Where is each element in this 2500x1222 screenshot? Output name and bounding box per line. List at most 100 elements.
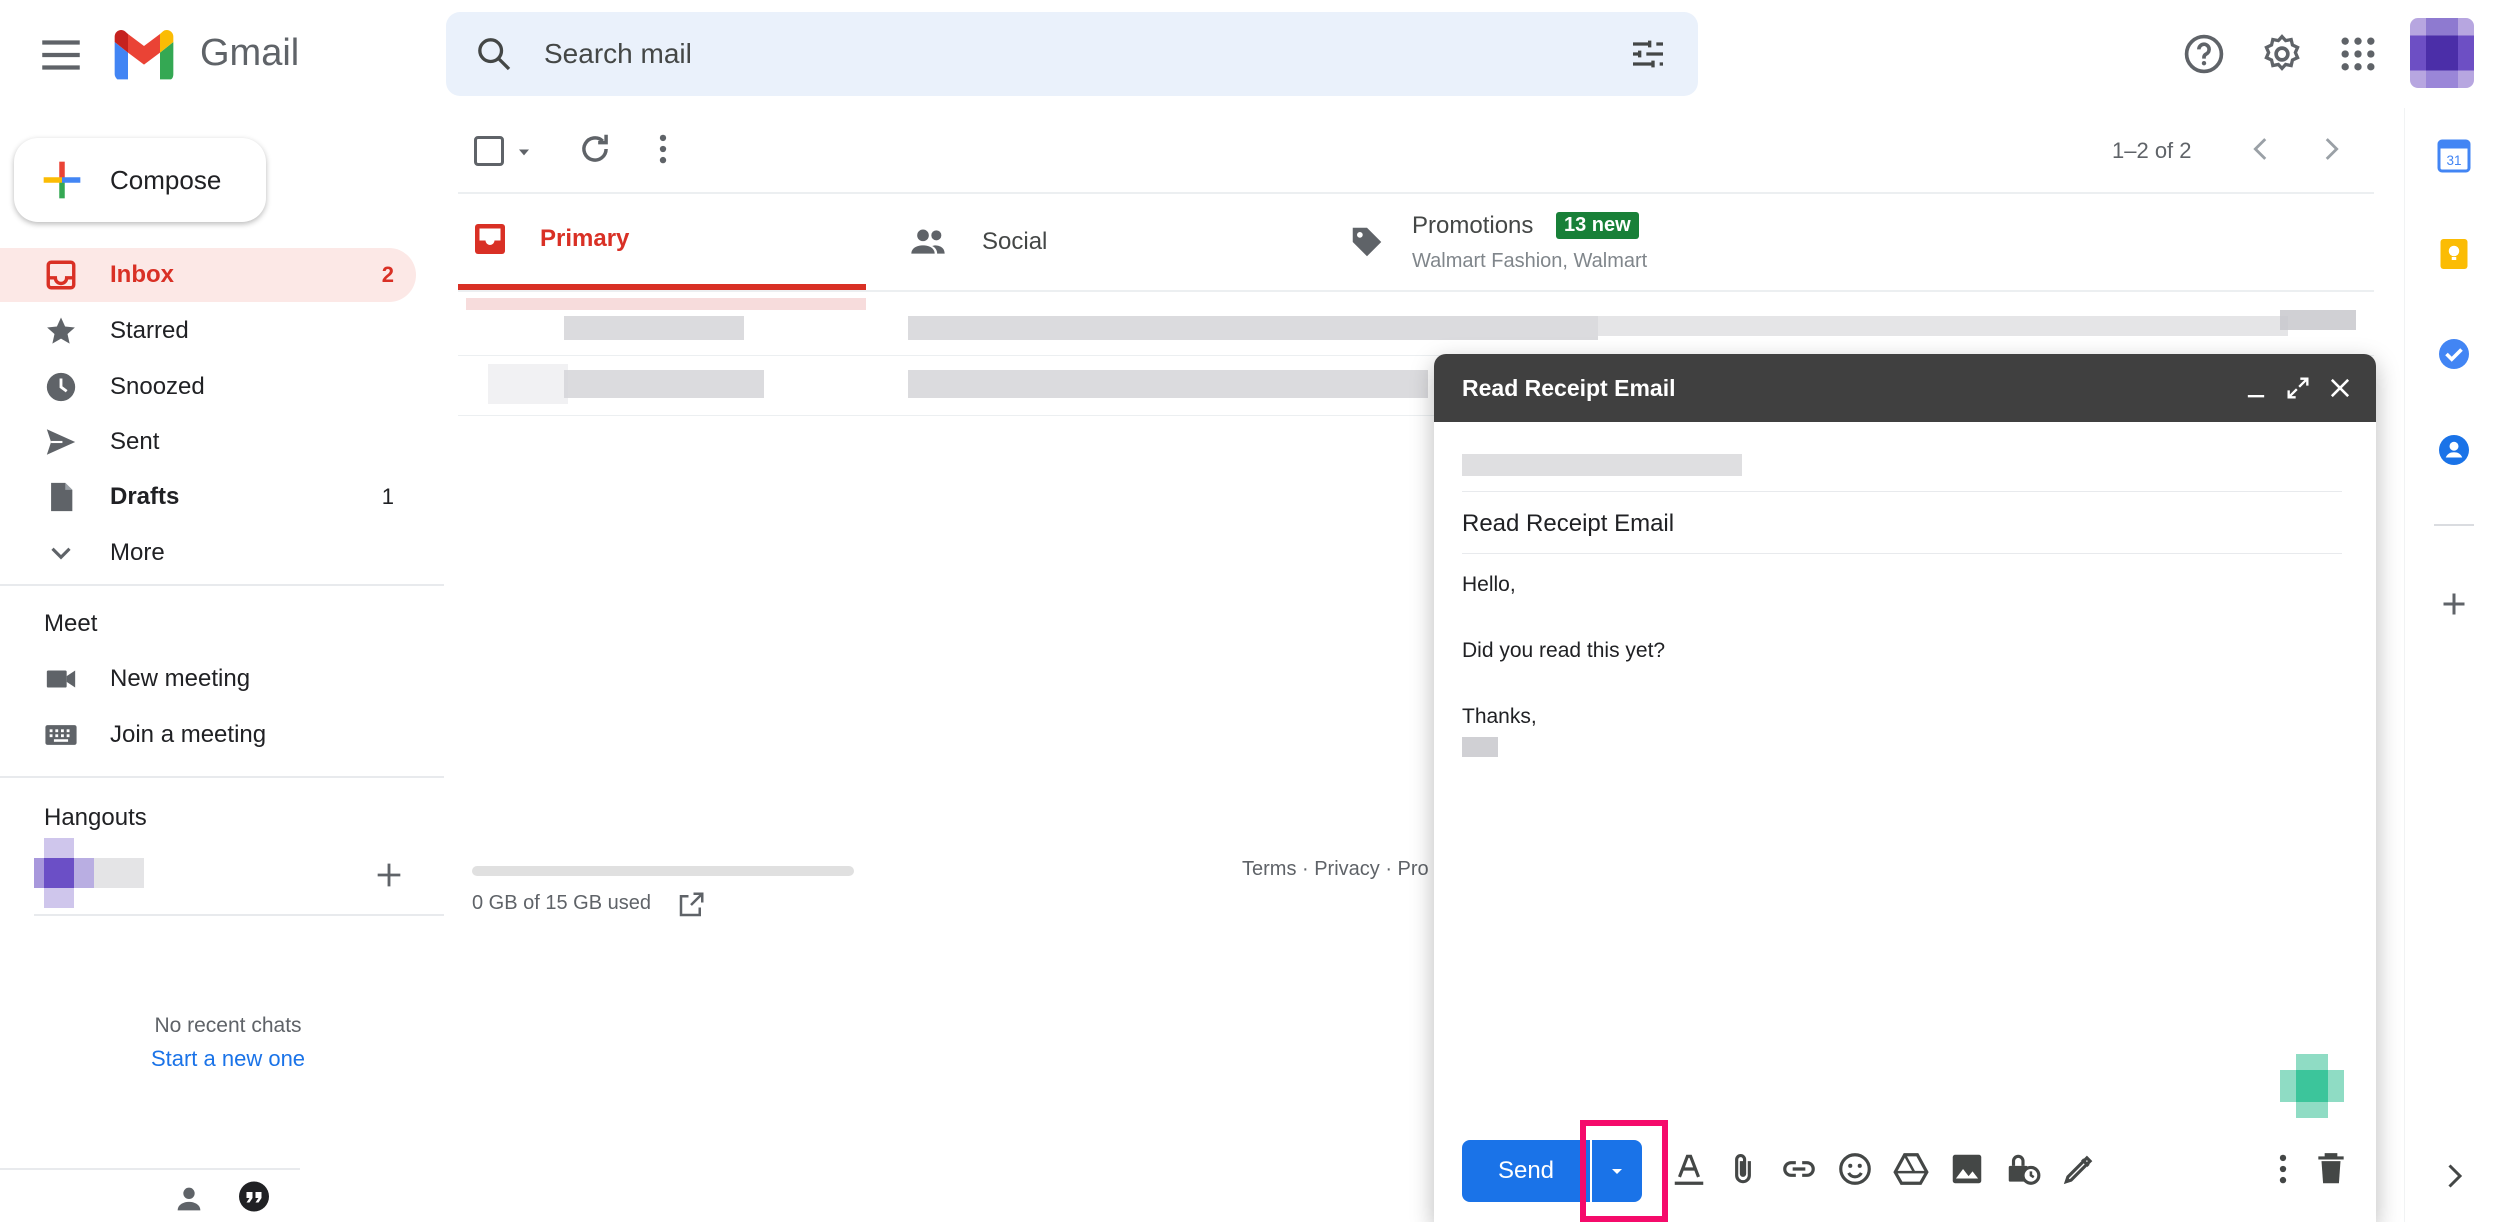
more-options-icon[interactable] (2264, 1150, 2302, 1188)
inbox-icon (44, 258, 78, 292)
sidebar-item-sent[interactable]: Sent (0, 415, 416, 469)
storage-usage-text: 0 GB of 15 GB used (472, 892, 651, 914)
sidebar-item-label: Inbox (110, 261, 174, 288)
body-line: Hello, (1462, 573, 1516, 596)
body-line (1462, 601, 2342, 634)
insert-photo-icon[interactable] (1948, 1150, 1986, 1188)
fullscreen-icon[interactable] (2284, 374, 2312, 402)
tabs-divider (458, 290, 2374, 292)
calendar-icon[interactable]: 31 (2436, 138, 2472, 174)
compose-button[interactable]: Compose (14, 138, 266, 222)
grammar-assistant-icon[interactable] (2280, 1054, 2344, 1118)
new-meeting-item[interactable]: New meeting (0, 652, 416, 706)
account-avatar[interactable] (2410, 18, 2474, 88)
side-panel (2404, 108, 2500, 1222)
sidebar-item-starred[interactable]: Starred (0, 304, 416, 358)
hangouts-divider (34, 914, 444, 916)
google-apps-icon[interactable] (2336, 32, 2380, 76)
message-body[interactable]: Hello, Did you read this yet? Thanks, (1462, 568, 2342, 757)
sidebar-item-label: Sent (110, 428, 160, 455)
new-meeting-label: New meeting (110, 665, 251, 692)
svg-text:31: 31 (2446, 153, 2461, 168)
sidebar-item-drafts[interactable]: Drafts 1 (0, 470, 416, 524)
unread-count: 2 (381, 262, 394, 287)
inbox-icon (472, 221, 508, 257)
gmail-logo-icon[interactable] (112, 28, 176, 80)
discard-draft-trash-icon[interactable] (2312, 1150, 2350, 1188)
compose-title: Read Receipt Email (1462, 374, 1676, 401)
sidebar-item-label: Snoozed (110, 373, 205, 400)
sidebar-item-snoozed[interactable]: Snoozed (0, 360, 416, 414)
add-contact-icon[interactable] (372, 858, 406, 892)
more-options-icon[interactable] (644, 130, 682, 168)
clock-icon (44, 370, 78, 404)
signature-blurred (1462, 737, 1498, 757)
tab-label: Promotions (1412, 212, 1534, 239)
main-menu-icon[interactable] (36, 30, 86, 80)
formatting-options-icon[interactable] (1670, 1150, 1708, 1188)
compose-window[interactable]: Read Receipt Email Read Receipt Email He… (1434, 354, 2376, 1222)
compose-plus-icon (40, 158, 84, 202)
hangouts-user-avatar[interactable] (34, 838, 194, 908)
email-row[interactable] (458, 296, 2374, 356)
settings-gear-icon[interactable] (2260, 32, 2304, 76)
hangouts-quote-icon[interactable] (236, 1180, 272, 1216)
sidebar-item-more[interactable]: More (0, 526, 416, 580)
draft-file-icon (44, 480, 78, 514)
send-button[interactable]: Send (1462, 1140, 1590, 1202)
join-meeting-item[interactable]: Join a meeting (0, 708, 416, 762)
contacts-icon[interactable] (2436, 432, 2472, 468)
storage-progress-bar (472, 866, 854, 876)
help-icon[interactable] (2182, 32, 2226, 76)
send-options-highlight-box (1580, 1120, 1668, 1222)
sidebar-item-inbox[interactable]: Inbox 2 (0, 248, 416, 302)
video-camera-icon (44, 662, 78, 696)
tasks-icon[interactable] (2436, 336, 2472, 372)
chevron-right-icon[interactable] (2436, 1158, 2472, 1194)
recipient-field[interactable] (1462, 440, 2342, 492)
search-options-icon[interactable] (1628, 34, 1668, 74)
join-meeting-label: Join a meeting (110, 721, 267, 748)
google-drive-icon[interactable] (1892, 1150, 1930, 1188)
sidebar-divider (0, 584, 444, 586)
sidebar-item-label: Drafts (110, 483, 180, 510)
chevron-left-icon[interactable] (2244, 132, 2278, 166)
add-addon-icon[interactable] (2436, 586, 2472, 622)
compose-header[interactable]: Read Receipt Email (1434, 354, 2376, 422)
side-panel-divider (2434, 524, 2474, 526)
tab-promotions[interactable] (1348, 194, 1908, 290)
search-input[interactable]: Search mail (544, 38, 692, 70)
confidential-mode-icon[interactable] (2004, 1150, 2042, 1188)
app-name[interactable]: Gmail (200, 32, 299, 75)
people-icon (908, 222, 948, 262)
signature-pen-icon[interactable] (2060, 1150, 2098, 1188)
meet-section-title: Meet (44, 610, 98, 637)
attach-file-icon[interactable] (1724, 1150, 1762, 1188)
minimize-icon[interactable] (2242, 374, 2270, 402)
search-icon[interactable] (474, 34, 514, 74)
select-menu-arrow-icon[interactable] (514, 142, 534, 162)
insert-link-icon[interactable] (1780, 1150, 1818, 1188)
select-all-checkbox[interactable] (474, 136, 504, 166)
tab-label: Primary (540, 225, 630, 252)
emoji-icon[interactable] (1836, 1150, 1874, 1188)
open-in-new-icon[interactable] (676, 890, 706, 920)
tab-social[interactable]: Social (908, 194, 1328, 290)
hangouts-section-title: Hangouts (44, 804, 147, 831)
footer-links[interactable]: Terms · Privacy · Pro (1242, 858, 1429, 881)
person-icon[interactable] (172, 1182, 206, 1216)
new-count-badge: 13 new (1556, 212, 1639, 239)
tab-primary[interactable]: Primary (458, 194, 866, 290)
close-icon[interactable] (2326, 374, 2354, 402)
subject-field[interactable]: Read Receipt Email (1462, 502, 2342, 554)
bottom-divider (0, 1168, 300, 1170)
body-line: Did you read this yet? (1462, 639, 1666, 662)
keep-notes-icon[interactable] (2436, 236, 2472, 272)
refresh-icon[interactable] (576, 130, 614, 168)
tab-label: Social (982, 228, 1048, 255)
sidebar-divider (0, 776, 444, 778)
chevron-right-icon[interactable] (2314, 132, 2348, 166)
start-new-chat-link[interactable]: Start a new one (0, 1046, 456, 1072)
chevron-down-icon (44, 536, 78, 570)
draft-count: 1 (381, 484, 394, 509)
